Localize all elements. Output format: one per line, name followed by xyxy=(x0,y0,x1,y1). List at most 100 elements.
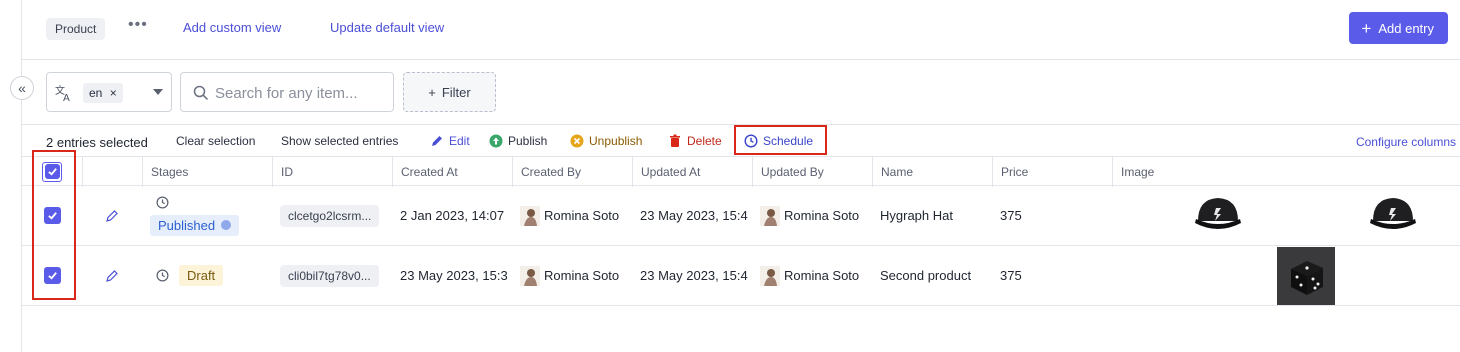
image-cell xyxy=(1112,186,1460,245)
clear-selection-button[interactable]: Clear selection xyxy=(176,134,255,148)
row-checkbox[interactable] xyxy=(43,267,61,284)
price-cell: 375 xyxy=(1000,268,1022,283)
locale-selector[interactable]: 文 A en × xyxy=(46,72,172,112)
update-default-view-link[interactable]: Update default view xyxy=(330,20,444,35)
avatar xyxy=(520,205,540,226)
edit-label: Edit xyxy=(449,134,470,148)
status-badge: Draft xyxy=(179,265,224,286)
pencil-icon[interactable] xyxy=(105,269,119,283)
plus-icon: + xyxy=(1361,18,1372,38)
locale-chip[interactable]: en × xyxy=(83,83,123,103)
view-toolbar: Product ••• Add custom view Update defau… xyxy=(22,0,1460,60)
table-row[interactable]: Published clcetgo2lcsrm... 2 Jan 2023, 1… xyxy=(22,186,1460,246)
select-all-cell xyxy=(22,157,82,186)
created-by-name: Romina Soto xyxy=(544,268,620,283)
created-by-cell: Romina Soto xyxy=(512,246,632,305)
row-edit-cell xyxy=(82,186,142,245)
unpublish-button[interactable]: Unpublish xyxy=(570,134,642,148)
id-cell: clcetgo2lcsrm... xyxy=(272,186,392,245)
row-select-cell xyxy=(22,186,82,245)
collapse-sidebar-button[interactable]: « xyxy=(10,76,34,100)
info-dot-icon xyxy=(221,220,232,230)
select-all-checkbox[interactable] xyxy=(42,161,62,182)
status-badge: Published xyxy=(150,214,240,236)
add-entry-label: Add entry xyxy=(1378,20,1434,36)
add-entry-button[interactable]: + Add entry xyxy=(1349,12,1448,44)
column-header-id[interactable]: ID xyxy=(272,157,392,187)
search-input[interactable] xyxy=(215,82,385,104)
unpublish-label: Unpublish xyxy=(589,134,643,148)
entry-id[interactable]: cli0bil7tg78v0... xyxy=(280,264,379,287)
column-header-updated-at[interactable]: Updated At xyxy=(632,157,752,187)
row-checkbox[interactable] xyxy=(43,207,61,224)
column-header-image[interactable]: Image xyxy=(1112,157,1460,187)
stage-cell: Draft xyxy=(142,246,272,305)
updated-at-cell: 23 May 2023, 15:4 xyxy=(640,268,748,283)
column-header-created-at[interactable]: Created At xyxy=(392,157,512,187)
check-icon xyxy=(47,272,57,280)
cap-image[interactable] xyxy=(1367,191,1419,241)
add-filter-button[interactable]: + Filter xyxy=(403,72,496,112)
avatar xyxy=(760,265,780,286)
column-header-price[interactable]: Price xyxy=(992,157,1112,187)
column-header-name[interactable]: Name xyxy=(872,157,992,187)
caret-down-icon[interactable] xyxy=(153,89,163,95)
publish-label: Publish xyxy=(508,134,548,148)
table-header: Stages ID Created At Created By Updated … xyxy=(22,156,1460,187)
updated-by-name: Romina Soto xyxy=(784,208,860,223)
row-select-cell xyxy=(22,246,82,305)
trash-icon xyxy=(670,134,680,147)
updated-at-cell: 23 May 2023, 15:4 xyxy=(640,208,748,223)
filter-label: Filter xyxy=(441,84,471,100)
bulk-action-bar: 2 entries selected Clear selection Show … xyxy=(22,124,1460,156)
translate-icon: 文 A xyxy=(55,84,70,103)
pencil-icon[interactable] xyxy=(105,209,119,223)
created-by-cell: Romina Soto xyxy=(512,186,632,245)
updated-by-name: Romina Soto xyxy=(784,268,860,283)
double-chevron-left-icon: « xyxy=(18,80,26,96)
stage-cell: Published xyxy=(142,186,272,245)
show-selected-label: Show selected entries xyxy=(281,134,399,148)
avatar xyxy=(760,205,780,226)
more-options-icon[interactable]: ••• xyxy=(128,16,148,34)
avatar xyxy=(520,265,540,286)
configure-columns-link[interactable]: Configure columns xyxy=(1356,135,1456,149)
row-edit-cell xyxy=(82,246,142,305)
name-cell: Hygraph Hat xyxy=(880,208,953,223)
table-row[interactable]: Draft cli0bil7tg78v0... 23 May 2023, 15:… xyxy=(22,246,1460,306)
id-cell: cli0bil7tg78v0... xyxy=(272,246,392,305)
model-name-chip: Product xyxy=(46,18,106,40)
column-header-actions xyxy=(82,157,142,187)
schedule-highlight-outline xyxy=(734,125,827,155)
selected-count: 2 entries selected xyxy=(46,135,148,150)
cloud-upload-icon xyxy=(489,134,503,148)
svg-text:A: A xyxy=(63,93,70,103)
add-custom-view-link[interactable]: Add custom view xyxy=(183,20,281,35)
created-at-cell: 23 May 2023, 15:3 xyxy=(400,268,508,283)
created-at-cell: 2 Jan 2023, 14:07 xyxy=(400,208,505,223)
search-icon xyxy=(193,85,209,101)
plus-icon: + xyxy=(428,84,436,100)
clock-icon xyxy=(156,196,169,208)
delete-button[interactable]: Delete xyxy=(668,134,722,148)
publish-button[interactable]: Publish xyxy=(489,134,547,148)
locale-code: en xyxy=(89,86,103,100)
updated-by-cell: Romina Soto xyxy=(752,246,872,305)
price-cell: 375 xyxy=(1000,208,1022,223)
delete-label: Delete xyxy=(687,134,722,148)
column-header-stages[interactable]: Stages xyxy=(142,157,272,187)
dice-image[interactable] xyxy=(1277,247,1335,305)
check-icon xyxy=(47,212,57,220)
clock-icon xyxy=(156,269,169,282)
search-field[interactable] xyxy=(180,72,394,112)
checkbox-fill xyxy=(44,164,60,179)
show-selected-button[interactable]: Show selected entries xyxy=(281,134,398,148)
entry-id[interactable]: clcetgo2lcsrm... xyxy=(280,204,380,227)
image-cell xyxy=(1112,246,1460,305)
edit-button[interactable]: Edit xyxy=(430,134,470,148)
remove-locale-icon[interactable]: × xyxy=(110,86,117,100)
column-header-created-by[interactable]: Created By xyxy=(512,157,632,187)
cap-image[interactable] xyxy=(1192,191,1244,241)
status-badge-label: Published xyxy=(158,217,216,233)
column-header-updated-by[interactable]: Updated By xyxy=(752,157,872,187)
